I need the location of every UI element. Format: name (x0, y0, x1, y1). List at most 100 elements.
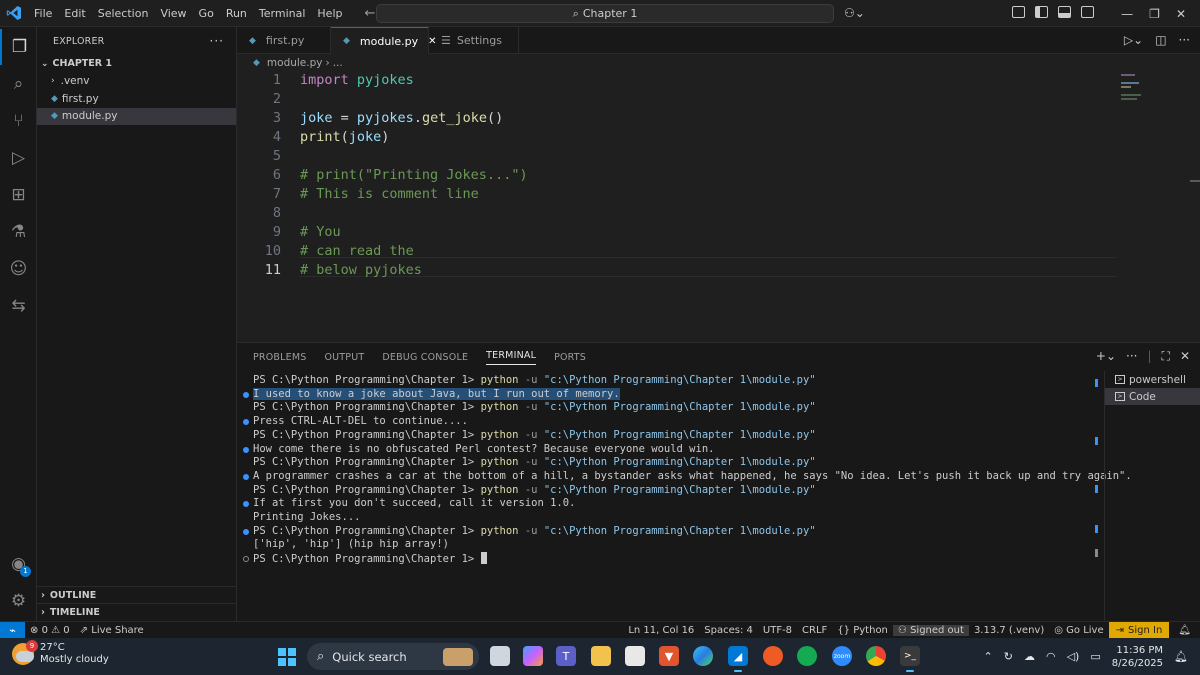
back-arrow-icon[interactable]: ← (364, 6, 375, 21)
command-success-dot-icon[interactable] (243, 473, 249, 480)
more-actions-icon[interactable]: ··· (1179, 33, 1190, 47)
copilot-app-icon[interactable] (523, 646, 543, 666)
microsoft-store-icon[interactable] (625, 646, 645, 666)
timeline-section[interactable]: › TIMELINE (37, 603, 237, 620)
edge-browser-icon[interactable] (693, 646, 713, 666)
restore-icon[interactable]: ❐ (1141, 7, 1168, 21)
battery-icon[interactable]: ▭ (1090, 650, 1100, 663)
toggle-sidebar-icon[interactable] (1035, 6, 1048, 18)
taskbar-search[interactable]: ⌕ Quick search (307, 643, 479, 670)
notifications-bell-icon[interactable]: 🔔︎ (1169, 625, 1200, 636)
indentation[interactable]: Spaces: 4 (699, 625, 758, 636)
more-actions-icon[interactable]: ··· (210, 34, 224, 48)
terminal-app-icon[interactable]: >_ (900, 646, 920, 672)
maximize-panel-icon[interactable]: ⛶ (1162, 349, 1170, 364)
command-center-search[interactable]: ⌕ Chapter 1 (376, 4, 834, 23)
file-explorer-icon[interactable] (591, 646, 611, 666)
source-control-icon[interactable]: ⑂ (0, 103, 37, 139)
testing-icon[interactable]: ⚗ (0, 214, 37, 250)
task-view-icon[interactable] (490, 646, 510, 666)
copilot-chat-icon[interactable]: ☺ (0, 251, 37, 287)
chevron-up-icon[interactable]: ⌃ (984, 650, 993, 663)
tab-settings[interactable]: ☰ Settings (429, 27, 519, 54)
tab-ports[interactable]: PORTS (554, 352, 586, 363)
search-icon[interactable]: ⌕ (0, 66, 37, 102)
cursor-position[interactable]: Ln 11, Col 16 (623, 625, 699, 636)
terminal-item-powershell[interactable]: > powershell (1105, 371, 1200, 388)
vscode-logo-icon[interactable] (0, 5, 28, 21)
mongodb-compass-icon[interactable] (797, 646, 817, 666)
minimap[interactable] (1121, 74, 1141, 102)
split-editor-icon[interactable]: ◫ (1155, 33, 1166, 47)
sign-in-button[interactable]: ⇥ Sign In (1108, 621, 1170, 639)
close-window-icon[interactable]: ✕ (1168, 7, 1200, 21)
command-success-dot-icon[interactable] (243, 419, 249, 426)
vscode-taskbar-icon[interactable]: ◢ (728, 646, 748, 672)
wifi-icon[interactable]: ◠ (1046, 650, 1056, 663)
menu-run[interactable]: Run (220, 7, 253, 20)
menu-selection[interactable]: Selection (92, 7, 155, 20)
run-debug-icon[interactable]: ▷ (0, 140, 37, 176)
tab-problems[interactable]: PROBLEMS (253, 352, 306, 363)
tree-item-first-py[interactable]: ◆ first.py (37, 90, 236, 108)
command-success-dot-icon[interactable] (243, 391, 249, 398)
live-share-button[interactable]: ⇗ Live Share (75, 625, 149, 636)
menu-terminal[interactable]: Terminal (253, 7, 312, 20)
tab-first-py[interactable]: ◆ first.py (237, 27, 331, 54)
chrome-icon[interactable] (866, 646, 886, 666)
postman-icon[interactable] (763, 646, 783, 666)
tab-terminal[interactable]: TERMINAL (486, 350, 537, 365)
menu-go[interactable]: Go (193, 7, 220, 20)
breadcrumb-file[interactable]: module.py (267, 57, 323, 69)
code-editor[interactable]: 1 2 3 4 5 6 7 8 9 10 11 import pyjokes j… (237, 72, 1200, 342)
command-success-dot-icon[interactable] (243, 501, 249, 508)
tab-module-py[interactable]: ◆ module.py ✕ (331, 27, 437, 54)
terminal-item-code[interactable]: > Code (1105, 388, 1200, 405)
manage-gear-icon[interactable]: ⚙ (0, 583, 37, 619)
minimize-icon[interactable]: — (1113, 7, 1141, 21)
tab-debug-console[interactable]: DEBUG CONSOLE (382, 352, 468, 363)
weather-widget[interactable]: 9 27°C Mostly cloudy (12, 640, 109, 666)
toggle-secondary-sidebar-icon[interactable] (1081, 6, 1094, 18)
notification-center-icon[interactable]: 🔔︎ (1174, 650, 1188, 663)
menu-edit[interactable]: Edit (58, 7, 91, 20)
command-success-dot-icon[interactable] (243, 528, 249, 535)
remote-explorer-icon[interactable]: ⇆ (0, 288, 37, 324)
menu-help[interactable]: Help (311, 7, 348, 20)
outline-section[interactable]: › OUTLINE (37, 586, 237, 603)
command-pending-dot-icon[interactable] (243, 556, 249, 563)
tree-item-venv[interactable]: › .venv (37, 73, 236, 91)
new-terminal-icon[interactable]: +⌄ (1096, 349, 1116, 364)
explorer-icon[interactable]: ❐ (0, 29, 37, 65)
encoding[interactable]: UTF-8 (758, 625, 797, 636)
menu-file[interactable]: File (28, 7, 58, 20)
accounts-icon[interactable]: ◉ (0, 546, 37, 582)
windows-start-icon[interactable] (278, 648, 296, 666)
copilot-icon[interactable]: ⚇⌄ (844, 6, 865, 20)
customize-layout-icon[interactable] (1012, 6, 1025, 18)
clock[interactable]: 11:36 PM 8/26/2025 (1112, 644, 1163, 670)
language-mode[interactable]: {} Python (832, 625, 893, 636)
teams-icon[interactable]: T (556, 646, 576, 666)
folder-chapter-1[interactable]: ⌄ CHAPTER 1 (37, 55, 236, 73)
close-panel-icon[interactable]: ✕ (1180, 349, 1190, 364)
zoom-icon[interactable]: zoom (832, 646, 852, 666)
tree-item-module-py[interactable]: ◆ module.py (37, 107, 236, 125)
end-of-line[interactable]: CRLF (797, 625, 832, 636)
tab-output[interactable]: OUTPUT (324, 352, 364, 363)
terminal-scrollbar[interactable] (1095, 375, 1099, 557)
copilot-signed-out[interactable]: ⚇ Signed out (892, 624, 969, 636)
remote-indicator-icon[interactable]: ⌁ (0, 621, 25, 639)
breadcrumb-symbols[interactable]: ... (333, 57, 343, 69)
more-actions-icon[interactable]: ··· (1126, 349, 1137, 364)
menu-view[interactable]: View (154, 7, 192, 20)
run-python-file-icon[interactable]: ▷⌄ (1124, 33, 1143, 47)
onedrive-sync-icon[interactable]: ↻ (1004, 650, 1013, 663)
problems-indicator[interactable]: ⊗ 0 ⚠ 0 (25, 625, 75, 636)
brave-browser-icon[interactable]: ▼ (659, 646, 679, 666)
volume-icon[interactable]: ◁) (1067, 650, 1080, 663)
go-live-button[interactable]: ◎ Go Live (1049, 625, 1108, 636)
toggle-panel-icon[interactable] (1058, 6, 1071, 18)
command-success-dot-icon[interactable] (243, 446, 249, 453)
extensions-icon[interactable]: ⊞ (0, 177, 37, 213)
